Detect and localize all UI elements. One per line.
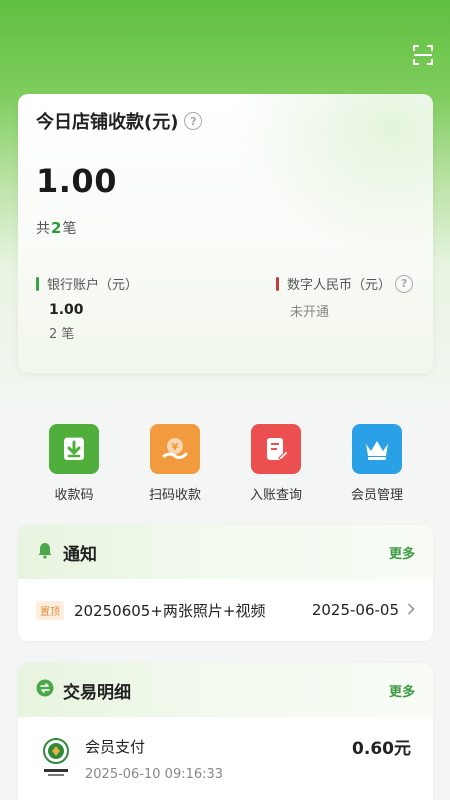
transaction-count: 共2笔: [36, 218, 76, 238]
document-edit-icon: [251, 424, 301, 474]
transactions-panel: 交易明细 更多 会员支付 2025-06-10 09:16:33 0.60元: [18, 663, 433, 800]
card-decoration: [233, 94, 433, 254]
digital-rmb-summary[interactable]: 数字人民币（元） ? 未开通: [276, 274, 414, 320]
quick-action-label: 会员管理: [350, 488, 403, 503]
help-icon[interactable]: ?: [184, 112, 203, 130]
transaction-time: 2025-06-10 09:16:33: [85, 767, 224, 782]
notice-panel: 通知 更多 置顶 20250605+两张照片+视频 2025-06-05: [18, 525, 433, 641]
quick-actions: 收款码 ¥ 扫码收款 入账查询 会员管理: [0, 424, 450, 504]
quick-action-label: 收款码: [54, 488, 94, 503]
bank-account-label: 银行账户（元）: [47, 278, 139, 293]
bank-indicator-bar: [36, 276, 39, 291]
digital-rmb-status: 未开通: [290, 305, 330, 320]
merchant-logo-icon: [40, 737, 72, 779]
notice-item[interactable]: 置顶 20250605+两张照片+视频 2025-06-05: [18, 579, 433, 641]
quick-action-scan-collect[interactable]: ¥ 扫码收款: [135, 424, 215, 503]
bank-account-summary[interactable]: 银行账户（元） 1.00 2 笔: [36, 274, 138, 342]
digital-indicator-bar: [276, 276, 279, 291]
transaction-row[interactable]: 会员支付 2025-06-10 09:16:33 0.60元: [18, 717, 433, 800]
digital-rmb-label: 数字人民币（元）: [287, 278, 392, 293]
notice-header: 通知 更多: [18, 525, 433, 579]
quick-action-collection-code[interactable]: 收款码: [34, 424, 114, 503]
bank-account-amount: 1.00: [49, 302, 84, 318]
count-prefix: 共: [36, 221, 50, 237]
quick-action-member-management[interactable]: 会员管理: [337, 424, 417, 503]
quick-action-entry-query[interactable]: 入账查询: [236, 424, 316, 503]
today-amount: 1.00: [36, 162, 117, 200]
count-suffix: 笔: [62, 221, 77, 237]
transactions-header: 交易明细 更多: [18, 663, 433, 717]
exchange-icon: [36, 679, 54, 701]
crown-icon: [352, 424, 402, 474]
svg-text:¥: ¥: [172, 442, 179, 453]
notice-more-link[interactable]: 更多: [389, 543, 415, 562]
count-number: 2: [51, 219, 62, 237]
transaction-title: 会员支付: [85, 738, 146, 756]
transaction-amount: 0.60元: [352, 739, 411, 759]
bank-account-count: 2 笔: [49, 327, 75, 342]
help-icon[interactable]: ?: [395, 274, 414, 293]
transactions-more-link[interactable]: 更多: [389, 681, 415, 700]
notice-title: 通知: [63, 544, 97, 565]
today-collection-title-row: 今日店铺收款(元) ?: [36, 108, 203, 134]
scan-icon[interactable]: [413, 45, 433, 65]
notice-item-title: 20250605+两张照片+视频: [74, 601, 266, 620]
quick-action-label: 扫码收款: [148, 488, 201, 503]
pinned-badge: 置顶: [36, 600, 64, 620]
chevron-right-icon: [407, 601, 415, 619]
bell-icon: [36, 541, 54, 563]
today-collection-title: 今日店铺收款(元): [36, 112, 179, 133]
notice-item-date: 2025-06-05: [311, 601, 399, 619]
transactions-title: 交易明细: [63, 682, 131, 703]
quick-action-label: 入账查询: [249, 488, 302, 503]
qrcode-download-icon: [49, 424, 99, 474]
today-collection-card: 今日店铺收款(元) ? 1.00 共2笔 银行账户（元） 1.00 2 笔 数字…: [18, 94, 433, 373]
yuan-hand-icon: ¥: [150, 424, 200, 474]
